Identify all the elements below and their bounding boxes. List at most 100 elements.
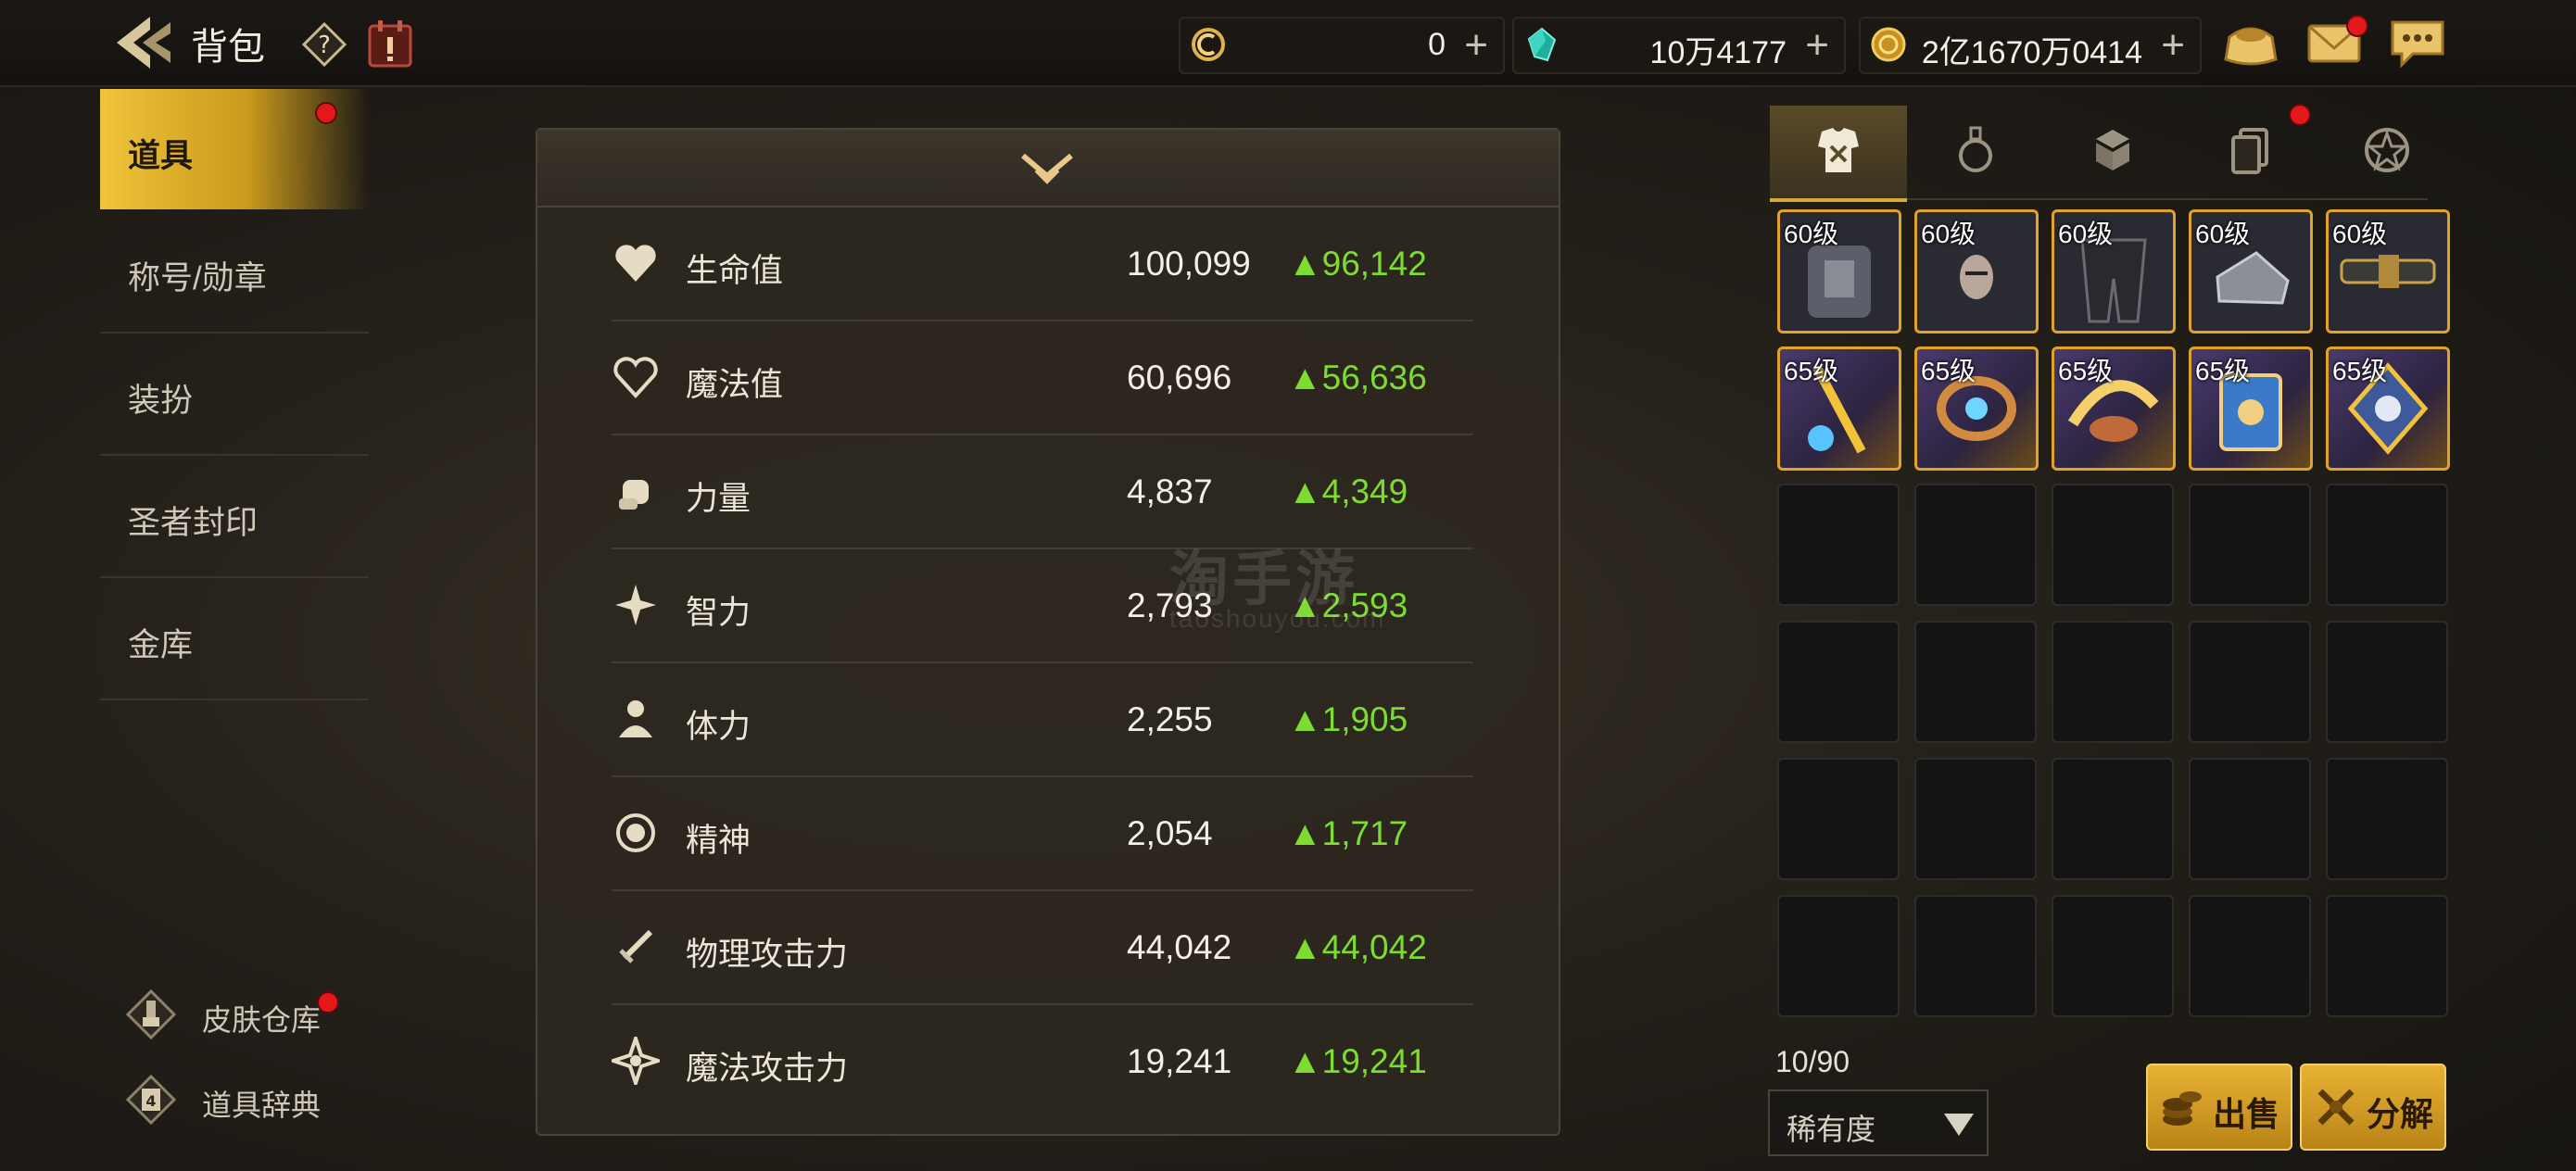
emblem-icon [2365, 128, 2409, 172]
sidebar-item-seal[interactable]: 圣者封印 [100, 456, 369, 578]
inventory-slot-empty[interactable] [1914, 621, 2037, 743]
tab-consumables[interactable] [1907, 106, 2044, 198]
heart-icon [615, 245, 656, 282]
inventory-slot-empty[interactable] [2326, 758, 2448, 880]
sidebar-item-items[interactable]: 道具 [100, 89, 369, 209]
inventory-slot-empty[interactable] [1914, 484, 2037, 606]
sell-button[interactable]: 出售 [2146, 1064, 2292, 1151]
stat-row-spirit: 精神 2,054 ▲1,717 [612, 775, 1473, 891]
page-title: 背包 [191, 27, 265, 68]
sell-label: 出售 [2213, 1095, 2280, 1133]
inventory-item[interactable]: 60级 [2326, 209, 2450, 334]
dropdown-arrow-icon [1944, 1114, 1974, 1136]
stat-row-vitality: 体力 2,255 ▲1,905 [612, 661, 1473, 777]
item-level: 60级 [2195, 220, 2251, 248]
inventory-slot-empty[interactable] [1777, 484, 1900, 606]
help-button[interactable]: ? [301, 21, 347, 68]
stat-name: 物理攻击力 [686, 937, 849, 973]
sidebar-item-label: 称号/勋章 [128, 260, 267, 296]
inventory-slot-empty[interactable] [1777, 895, 1900, 1017]
add-currency-button[interactable]: + [2161, 22, 2185, 69]
inventory-slot-empty[interactable] [1914, 758, 2037, 880]
stat-increase: ▲44,042 [1288, 928, 1427, 966]
calendar-icon [368, 20, 412, 68]
inventory-slot-empty[interactable] [1914, 895, 2037, 1017]
calendar-button[interactable] [367, 19, 413, 69]
sort-dropdown[interactable]: 稀有度 [1768, 1089, 1989, 1156]
inventory-item[interactable]: 60级 [1914, 209, 2039, 334]
stat-increase: ▲4,349 [1288, 472, 1408, 510]
inventory-item[interactable]: 60级 [1777, 209, 1901, 334]
inventory-slot-empty[interactable] [2189, 758, 2311, 880]
item-level: 65级 [1784, 357, 1839, 385]
stat-row-magic-attack: 魔法攻击力 19,241 ▲19,241 [612, 1003, 1473, 1117]
inventory-slot-empty[interactable] [2189, 621, 2311, 743]
stats-panel-header [537, 130, 1559, 208]
inventory-slot-empty[interactable] [2052, 484, 2174, 606]
magic-star-icon [612, 1037, 660, 1085]
notification-dot [315, 102, 337, 124]
inventory-slot-empty[interactable] [2052, 758, 2174, 880]
tab-cards[interactable] [2181, 104, 2318, 198]
back-button[interactable] [109, 13, 178, 72]
spirit-icon [616, 813, 655, 852]
dismantle-icon [2317, 1089, 2355, 1126]
stat-name: 魔法值 [686, 367, 784, 403]
dictionary-icon: 4 [126, 1075, 176, 1125]
inventory-item[interactable]: 65级 [2326, 346, 2450, 471]
sidebar-item-vault[interactable]: 金库 [100, 578, 369, 700]
inventory-slot-empty[interactable] [2052, 895, 2174, 1017]
stat-value: 44,042 [1127, 928, 1232, 966]
currency-gold: 2亿1670万0414 + [1859, 17, 2202, 74]
stat-value: 2,255 [1127, 700, 1213, 738]
inventory-item[interactable]: 65级 [2189, 346, 2313, 471]
body-icon [619, 700, 652, 737]
stat-name: 精神 [686, 823, 751, 859]
sidebar-item-label: 道具 [128, 138, 194, 174]
fist-icon [619, 480, 649, 510]
tab-equipment[interactable] [1770, 106, 1907, 202]
inventory-item[interactable]: 65级 [1914, 346, 2039, 471]
armor-icon [1818, 128, 1859, 172]
currency-value: 10万4177 [1649, 35, 1787, 70]
inventory-slot-empty[interactable] [1777, 758, 1900, 880]
stat-increase: ▲1,717 [1288, 814, 1408, 852]
material-icon [2096, 130, 2129, 170]
inventory-item[interactable]: 60级 [2189, 209, 2313, 334]
add-currency-button[interactable]: + [1464, 22, 1488, 69]
sidebar-item-label: 金库 [128, 627, 194, 663]
stat-name: 魔法攻击力 [686, 1051, 849, 1087]
collapse-button[interactable] [1017, 150, 1077, 187]
notification-dot [2346, 15, 2368, 37]
inventory-slot-empty[interactable] [2326, 621, 2448, 743]
dismantle-label: 分解 [2367, 1095, 2434, 1133]
currency-value: 0 [1428, 27, 1446, 62]
chat-button[interactable] [2389, 17, 2446, 69]
tab-emblems[interactable] [2318, 106, 2456, 198]
sidebar-item-costume[interactable]: 装扮 [100, 334, 369, 456]
inventory-item[interactable]: 65级 [2052, 346, 2176, 471]
tab-materials[interactable] [2044, 106, 2181, 198]
pouch-button[interactable] [2222, 17, 2279, 69]
currency-value: 2亿1670万0414 [1921, 35, 2142, 70]
inventory-slot-empty[interactable] [1777, 621, 1900, 743]
inventory-slot-empty[interactable] [2189, 484, 2311, 606]
inventory-slot-empty[interactable] [2326, 484, 2448, 606]
clock-coin-icon [1192, 28, 1225, 61]
add-currency-button[interactable]: + [1805, 22, 1829, 69]
chevron-down-icon [1021, 153, 1073, 184]
inventory-slot-empty[interactable] [2052, 621, 2174, 743]
inventory-item[interactable]: 65级 [1777, 346, 1901, 471]
dismantle-button[interactable]: 分解 [2300, 1064, 2446, 1151]
mail-button[interactable] [2305, 15, 2368, 69]
sparkle-icon [615, 585, 656, 625]
sidebar-item-titles[interactable]: 称号/勋章 [100, 211, 369, 334]
inventory-item[interactable]: 60级 [2052, 209, 2176, 334]
stat-value: 19,241 [1127, 1042, 1232, 1080]
stat-name: 力量 [686, 481, 751, 517]
back-arrow-icon [117, 17, 170, 69]
inventory-slot-empty[interactable] [2189, 895, 2311, 1017]
chat-icon [2391, 20, 2444, 69]
inventory-slot-empty[interactable] [2326, 895, 2448, 1017]
cards-icon [2231, 128, 2268, 174]
